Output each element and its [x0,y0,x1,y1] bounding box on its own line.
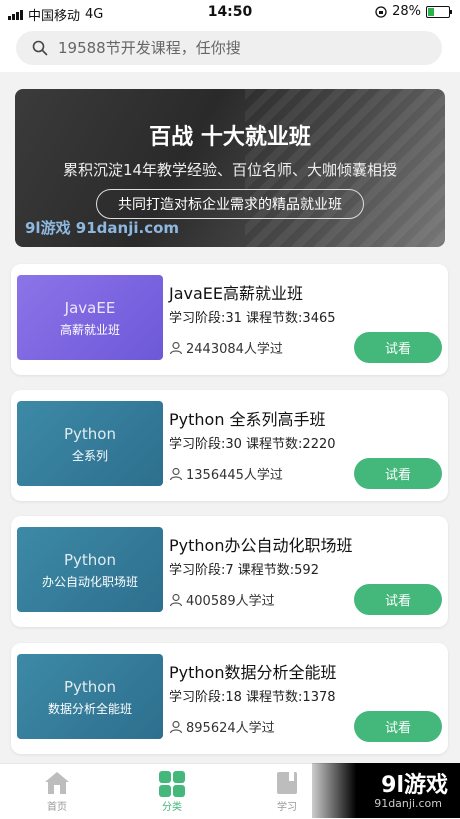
try-button[interactable]: 试看 [354,332,442,363]
learners-count: 895624人学过 [169,717,275,736]
course-title[interactable]: Python数据分析全能班 [169,659,336,683]
grid-icon [159,771,185,797]
course-title[interactable]: Python 全系列高手班 [169,406,326,430]
corner-watermark: 9l游戏 91danji.com [312,763,460,818]
battery-percent: 28% [392,4,421,19]
thumbnail-subtitle: 办公自动化职场班 [41,575,138,589]
learners-count: 1356445人学过 [169,464,283,483]
course-meta: 学习阶段:30 课程节数:2220 [169,437,336,452]
search-input[interactable] [56,38,420,58]
course-card[interactable]: JavaEE 高薪就业班 JavaEE高薪就业班 学习阶段:31 课程节数:34… [11,264,448,375]
user-icon [169,467,183,480]
course-meta: 学习阶段:31 课程节数:3465 [169,311,336,326]
watermark-logo-text: 9l游戏 [381,773,448,798]
course-title[interactable]: JavaEE高薪就业班 [169,280,303,304]
promo-banner[interactable]: 百战 十大就业班 累积沉淀14年教学经验、百位名师、大咖倾囊相授 共同打造对标企… [15,89,445,247]
banner-title: 百战 十大就业班 [149,125,311,150]
thumbnail-title: Python [64,678,116,696]
thumbnail-title: Python [64,425,116,443]
learners-label: 1356445人学过 [186,468,283,483]
course-thumbnail[interactable]: Python 办公自动化职场班 [17,527,163,612]
course-card[interactable]: Python 办公自动化职场班 Python办公自动化职场班 学习阶段:7 课程… [11,516,448,627]
orientation-lock-icon [375,5,387,18]
course-thumbnail[interactable]: Python 数据分析全能班 [17,654,163,739]
banner-pill: 共同打造对标企业需求的精品就业班 [96,189,364,219]
course-meta: 学习阶段:18 课程节数:1378 [169,690,336,705]
banner-watermark: 9l游戏 91danji.com [25,219,180,237]
banner-subtitle: 累积沉淀14年教学经验、百位名师、大咖倾囊相授 [62,161,398,179]
thumbnail-title: Python [64,551,116,569]
learners-label: 2443084人学过 [186,342,283,357]
try-button[interactable]: 试看 [354,584,442,615]
thumbnail-title: JavaEE [64,299,116,317]
search-bar[interactable] [16,31,442,65]
user-icon [169,593,183,606]
user-icon [169,341,183,354]
search-icon [32,40,48,56]
learners-count: 400589人学过 [169,590,275,609]
course-thumbnail[interactable]: JavaEE 高薪就业班 [17,275,163,360]
course-meta: 学习阶段:7 课程节数:592 [169,563,319,578]
watermark-url: 91danji.com [374,797,442,810]
tab-category[interactable]: 分类 [132,764,212,819]
learners-label: 400589人学过 [186,594,275,609]
learners-count: 2443084人学过 [169,338,283,357]
battery-icon [426,5,452,18]
battery-fill [428,7,434,16]
course-card[interactable]: Python 数据分析全能班 Python数据分析全能班 学习阶段:18 课程节… [11,643,448,754]
tab-home-label: 首页 [47,802,67,813]
search-area [0,26,460,72]
try-button[interactable]: 试看 [354,711,442,742]
status-right: 28% [375,4,452,19]
home-icon [45,772,69,794]
learners-label: 895624人学过 [186,721,275,736]
thumbnail-subtitle: 数据分析全能班 [47,702,132,716]
tab-home[interactable]: 首页 [17,764,97,819]
book-icon [277,772,297,794]
course-thumbnail[interactable]: Python 全系列 [17,401,163,486]
thumbnail-subtitle: 全系列 [71,449,108,463]
try-button[interactable]: 试看 [354,458,442,489]
tab-category-label: 分类 [162,802,182,813]
thumbnail-subtitle: 高薪就业班 [59,323,120,337]
course-title[interactable]: Python办公自动化职场班 [169,532,352,556]
user-icon [169,720,183,733]
status-bar: 中国移动 4G 14:50 28% [0,0,460,26]
course-card[interactable]: Python 全系列 Python 全系列高手班 学习阶段:30 课程节数:22… [11,390,448,501]
